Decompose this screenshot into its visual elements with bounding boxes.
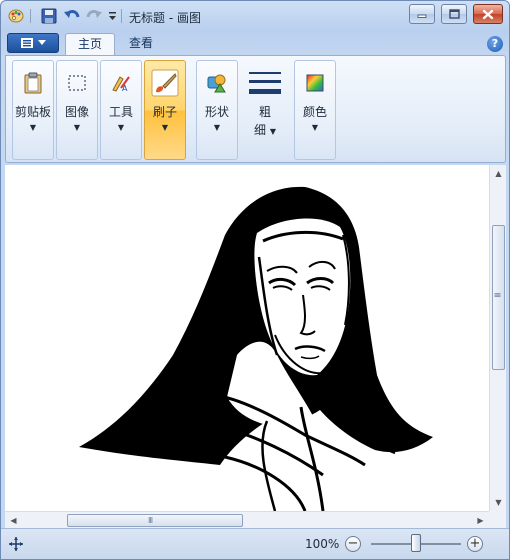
scroll-left-icon[interactable]: ◀ [5,512,22,529]
scrollbar-corner [489,511,506,528]
title-bar: 无标题 - 画图 [1,1,509,31]
line-width-button[interactable]: 粗 细 ▼ [242,60,288,160]
scroll-down-icon[interactable]: ▼ [490,494,507,511]
shapes-icon [201,67,233,99]
group-label: 粗 [258,105,271,119]
canvas-workarea [5,165,489,511]
separator [121,9,122,23]
chevron-down-icon: ▼ [117,123,125,132]
scroll-up-icon[interactable]: ▲ [490,165,507,182]
svg-text:A: A [122,84,128,93]
undo-icon[interactable] [62,6,82,26]
maximize-icon [448,9,460,19]
shapes-group-button[interactable]: 形状 ▼ [196,60,238,160]
ribbon-panel: 剪贴板 ▼ 图像 ▼ A 工具 ▼ 刷子 ▼ 形状 ▼ 粗 细 ▼ 颜色 ▼ [5,55,506,163]
group-label-line2: 细 [254,123,267,137]
brush-group-button[interactable]: 刷子 ▼ [144,60,186,160]
group-label: 形状 [204,105,229,119]
window-title: 无标题 - 画图 [129,11,201,25]
group-label: 剪贴板 [14,105,51,119]
paint-window: 无标题 - 画图 主页 查看 ? 剪贴板 ▼ 图像 ▼ A 工具 ▼ 刷子 ▼ … [0,0,510,560]
close-button[interactable] [473,4,503,24]
chevron-down-icon: ▼ [161,123,169,132]
help-icon[interactable]: ? [487,36,503,52]
image-group-button[interactable]: 图像 ▼ [56,60,98,160]
line-width-icon [247,67,283,99]
ribbon-tabs: 主页 查看 ? [1,31,509,55]
nun-sketch-drawing [79,186,433,511]
zoom-in-button[interactable]: + [467,536,483,552]
chevron-down-icon: ▼ [29,123,37,132]
group-label: 刷子 [152,105,177,119]
chevron-down-icon: ▼ [213,123,221,132]
close-icon [482,9,494,19]
redo-icon[interactable] [84,6,104,26]
tools-group-button[interactable]: A 工具 ▼ [100,60,142,160]
chevron-down-icon: ▼ [73,123,81,132]
status-bar: 100% − + [1,528,509,559]
chevron-down-icon: ▼ [311,123,319,132]
horizontal-scroll-thumb[interactable]: III [67,514,243,527]
zoom-level-text: 100% [305,537,340,551]
minimize-icon [417,14,427,18]
minimize-button[interactable] [409,4,435,24]
group-label: 细 ▼ [254,123,276,137]
zoom-out-button[interactable]: − [345,536,361,552]
chevron-down-icon [38,40,46,45]
separator [30,9,31,23]
scroll-grip: III [492,292,502,297]
menu-icon [21,38,33,48]
clipboard-group-button[interactable]: 剪贴板 ▼ [12,60,54,160]
group-label: 颜色 [302,105,327,119]
select-icon [61,67,93,99]
save-icon[interactable] [39,6,59,26]
paint-app-icon[interactable] [7,6,25,26]
maximize-button[interactable] [441,4,467,24]
brush-icon [149,67,181,99]
scroll-right-icon[interactable]: ▶ [472,512,489,529]
zoom-slider-thumb[interactable] [411,534,421,552]
scroll-grip: III [148,516,153,525]
horizontal-scrollbar[interactable]: ◀ III ▶ [5,511,489,528]
tools-icon: A [105,67,137,99]
clipboard-icon [17,67,49,99]
tab-view[interactable]: 查看 [117,33,165,55]
color-icon [299,67,331,99]
paint-menu-button[interactable] [7,33,59,53]
vertical-scrollbar[interactable]: ▲ III ▼ [489,165,506,511]
group-label: 图像 [64,105,89,119]
color-group-button[interactable]: 颜色 ▼ [294,60,336,160]
tab-home[interactable]: 主页 [65,33,116,55]
vertical-scroll-thumb[interactable]: III [492,225,505,370]
drawing-canvas[interactable] [5,165,489,511]
cursor-position-icon [9,537,23,554]
quick-access-dropdown-icon[interactable] [105,6,119,26]
group-label: 工具 [108,105,133,119]
